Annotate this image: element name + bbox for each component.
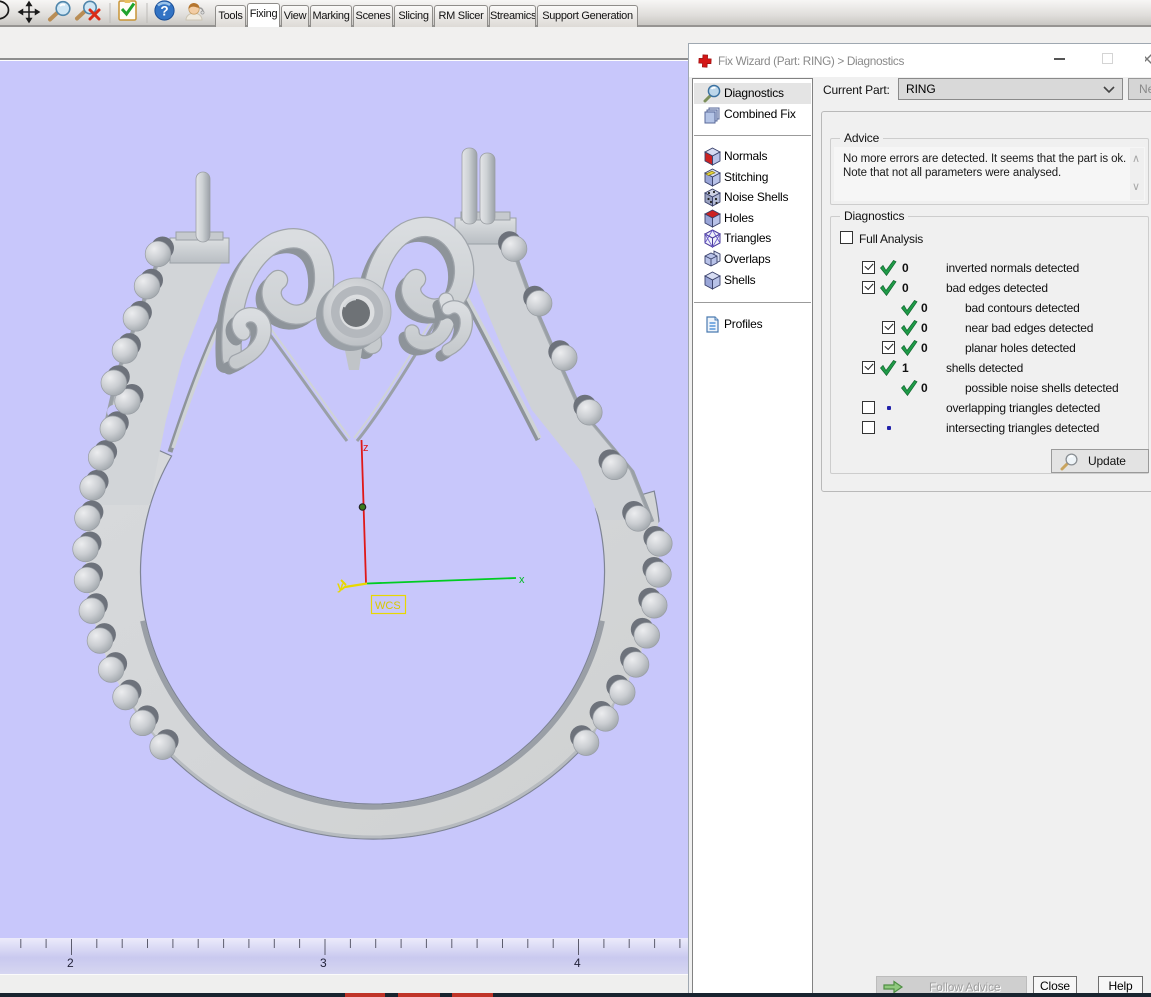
svg-text:y: y	[337, 579, 344, 593]
svg-text:WCS: WCS	[375, 600, 401, 612]
svg-text:z: z	[363, 442, 369, 454]
svg-text:x: x	[519, 574, 525, 586]
svg-text:?: ?	[160, 4, 168, 19]
